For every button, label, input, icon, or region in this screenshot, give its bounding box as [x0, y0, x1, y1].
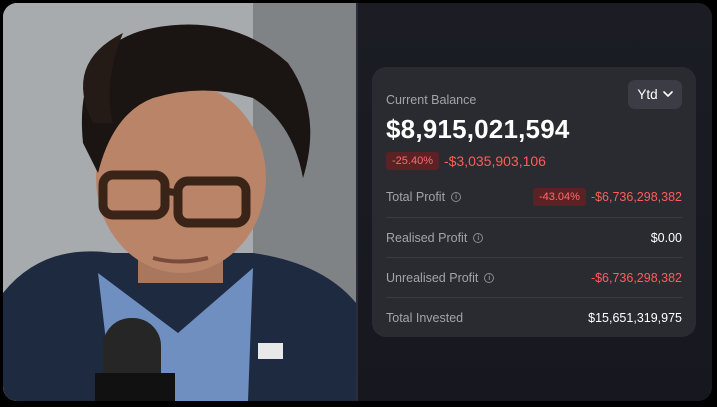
portfolio-pane: Current Balance Ytd $8,915,021,594 -25.4…: [358, 3, 712, 401]
info-icon[interactable]: i: [473, 233, 484, 243]
total-profit-value: -$6,736,298,382: [590, 190, 682, 204]
app-window: Current Balance Ytd $8,915,021,594 -25.4…: [3, 3, 712, 401]
total-profit-row: Total Profit i -43.04% -$6,736,298,382: [386, 177, 682, 217]
chevron-down-icon: [662, 91, 673, 98]
unrealised-profit-row: Unrealised Profit i -$6,736,298,382: [386, 258, 682, 298]
total-invested-row: Total Invested $15,651,319,975: [386, 298, 682, 338]
info-icon[interactable]: i: [451, 192, 462, 202]
realised-profit-row: Realised Profit i $0.00: [386, 218, 682, 258]
realised-profit-value: $0.00: [650, 231, 682, 245]
current-balance-label: Current Balance: [386, 93, 477, 107]
period-selector-dropdown[interactable]: Ytd: [628, 80, 682, 109]
balance-change: -25.40% -$3,035,903,106: [386, 152, 546, 170]
realised-profit-label: Realised Profit: [386, 231, 468, 245]
change-amount: -$3,035,903,106: [443, 153, 546, 169]
unrealised-profit-value: -$6,736,298,382: [590, 271, 682, 285]
person-photo: [3, 3, 356, 401]
total-invested-label: Total Invested: [386, 311, 464, 325]
info-icon[interactable]: i: [484, 273, 495, 283]
unrealised-profit-label: Unrealised Profit: [386, 271, 479, 285]
total-profit-percent-badge: -43.04%: [532, 188, 586, 206]
balance-value: $8,915,021,594: [386, 114, 570, 144]
total-invested-value: $15,651,319,975: [588, 311, 682, 325]
balance-card: Current Balance Ytd $8,915,021,594 -25.4…: [372, 67, 696, 337]
total-profit-label: Total Profit: [386, 190, 446, 204]
video-feed-image: [3, 3, 356, 401]
change-percent-badge: -25.40%: [386, 152, 439, 170]
period-selector-label: Ytd: [637, 87, 658, 102]
